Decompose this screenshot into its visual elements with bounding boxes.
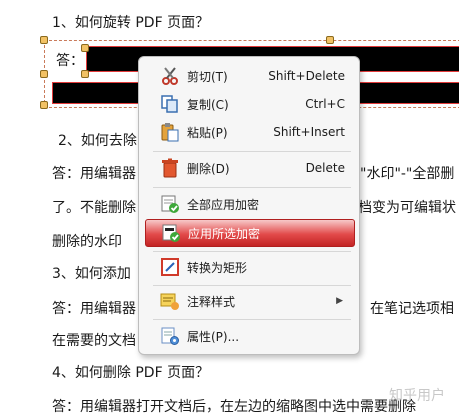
heading-add: 3、如何添加 xyxy=(52,266,131,282)
menu-item-apply-selected-redaction[interactable]: 应用所选加密 xyxy=(145,219,355,247)
menu-separator xyxy=(153,319,351,320)
menu-item-label: 复制(C) xyxy=(187,97,229,112)
doc-text-line: 答：用编辑器 xyxy=(52,301,136,317)
menu-separator xyxy=(153,187,351,188)
doc-text-line: 了。不能删除 xyxy=(52,200,136,216)
scissors-icon xyxy=(159,65,181,87)
menu-item-label: 属性(P)... xyxy=(187,329,240,344)
menu-separator xyxy=(153,151,351,152)
resize-handle-bottom-left[interactable] xyxy=(40,101,48,109)
menu-item-shortcut: Ctrl+C xyxy=(305,97,345,111)
resize-handle-top-middle[interactable] xyxy=(326,36,334,44)
answer-label: 答： xyxy=(56,53,84,69)
menu-item-label: 转换为矩形 xyxy=(187,260,248,275)
apply-all-redaction-icon xyxy=(159,193,181,215)
menu-item-label: 粘贴(P) xyxy=(187,125,228,140)
paste-icon xyxy=(159,121,181,143)
menu-item-annotation-style[interactable]: 注释样式 ▶ xyxy=(145,288,353,314)
menu-item-label: 应用所选加密 xyxy=(188,226,261,241)
menu-item-label: 注释样式 xyxy=(187,294,236,309)
convert-rectangle-icon xyxy=(159,256,181,278)
menu-item-cut[interactable]: 剪切(T) Shift+Delete xyxy=(145,63,353,89)
watermark: 知乎用户 xyxy=(389,388,445,404)
menu-item-convert-rectangle[interactable]: 转换为矩形 xyxy=(145,254,353,280)
resize-handle-bar-bottom[interactable] xyxy=(81,70,89,78)
heading-delete-page: 4、如何删除 PDF 页面？ xyxy=(52,365,210,381)
context-menu: 剪切(T) Shift+Delete 复制(C) Ctrl+C 粘贴(P) Sh… xyxy=(138,56,360,355)
doc-text-line: "水印"-"全部删 xyxy=(360,166,455,182)
menu-item-copy[interactable]: 复制(C) Ctrl+C xyxy=(145,91,353,117)
resize-handle-bar-left[interactable] xyxy=(81,44,89,52)
doc-text-line: 在需要的文档 xyxy=(52,333,136,349)
menu-item-apply-all-redaction[interactable]: 全部应用加密 xyxy=(145,191,353,217)
annotation-style-icon xyxy=(159,290,181,312)
menu-item-shortcut: Shift+Insert xyxy=(273,125,345,139)
apply-selected-redaction-icon xyxy=(160,222,182,244)
doc-text-line: 在笔记选项相 xyxy=(370,301,454,317)
menu-item-label: 删除(D) xyxy=(187,161,230,176)
menu-item-properties[interactable]: 属性(P)... xyxy=(145,323,353,349)
menu-item-shortcut: Shift+Delete xyxy=(268,69,345,83)
trash-icon xyxy=(159,157,181,179)
heading-remove-watermark: 2、如何去除 xyxy=(58,133,137,149)
heading-rotate: 1、如何旋转 PDF 页面？ xyxy=(52,15,210,31)
menu-item-delete[interactable]: 删除(D) Delete xyxy=(145,155,353,181)
resize-handle-top-left[interactable] xyxy=(40,36,48,44)
submenu-arrow-icon: ▶ xyxy=(336,296,343,306)
menu-item-label: 全部应用加密 xyxy=(187,197,260,212)
doc-text-line: 档变为可编辑状 xyxy=(358,200,456,216)
doc-text-line: 删除的水印 xyxy=(52,234,122,250)
menu-item-label: 剪切(T) xyxy=(187,69,228,84)
menu-separator xyxy=(153,251,351,252)
copy-icon xyxy=(159,93,181,115)
menu-item-shortcut: Delete xyxy=(305,161,345,175)
resize-handle-left-middle[interactable] xyxy=(40,70,48,78)
doc-text-line: 答：用编辑器打开文档后，在左边的缩略图中选中需要删除 xyxy=(52,399,416,415)
properties-icon xyxy=(159,325,181,347)
menu-separator xyxy=(153,285,351,286)
doc-text-line: 答：用编辑器 xyxy=(52,166,136,182)
menu-item-paste[interactable]: 粘贴(P) Shift+Insert xyxy=(145,119,353,145)
